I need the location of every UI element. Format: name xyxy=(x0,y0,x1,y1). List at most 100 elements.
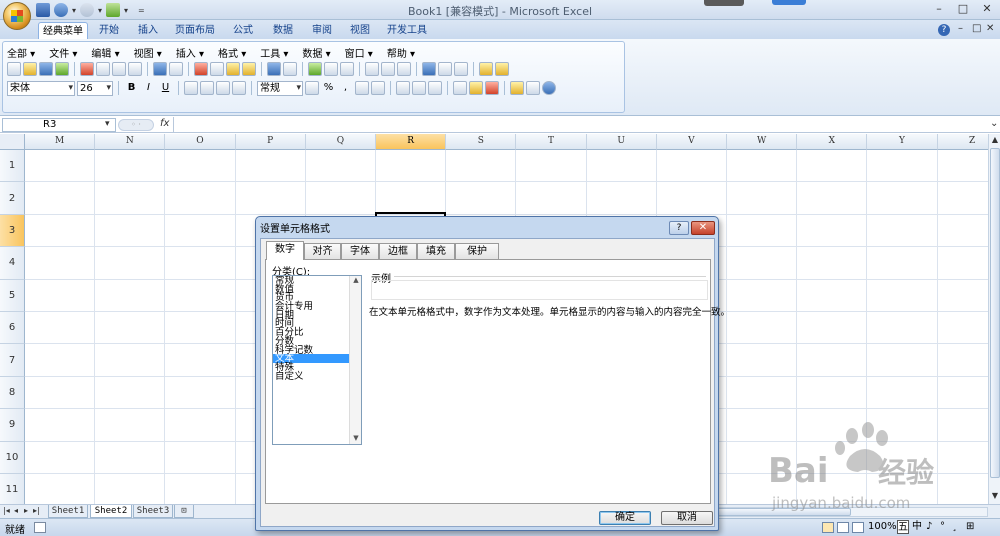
table-icon[interactable] xyxy=(454,62,468,76)
tab-insert[interactable]: 插入 xyxy=(131,22,165,39)
name-box-dropdown-icon[interactable]: ▾ xyxy=(105,119,110,129)
increase-decimal-icon[interactable] xyxy=(355,81,369,95)
column-header-x[interactable]: X xyxy=(797,134,868,150)
dialog-close-button[interactable]: ✕ xyxy=(691,221,715,235)
minimize-button[interactable]: – xyxy=(926,1,952,17)
cancel-button[interactable]: 取消 xyxy=(661,511,713,525)
currency-icon[interactable] xyxy=(305,81,319,95)
category-scrollbar[interactable]: ▲ ▼ xyxy=(349,276,361,444)
last-sheet-button[interactable]: ▸| xyxy=(33,506,40,515)
column-header-s[interactable]: S xyxy=(446,134,517,150)
tab-font[interactable]: 字体 xyxy=(341,243,379,259)
close-button[interactable]: ✕ xyxy=(974,1,1000,17)
folder-icon[interactable] xyxy=(495,62,509,76)
office-button[interactable] xyxy=(3,2,31,30)
category-list[interactable]: 常规 数值 货币 会计专用 日期 时间 百分比 分数 科学记数 文本 特殊 自定义 ▲ ▼ xyxy=(272,275,362,445)
tab-protection[interactable]: 保护 xyxy=(455,243,499,259)
column-header-q[interactable]: Q xyxy=(305,134,376,150)
email-icon[interactable] xyxy=(80,62,94,76)
italic-button[interactable]: I xyxy=(141,81,156,96)
menu-insert[interactable]: 插入 ▾ xyxy=(176,45,204,60)
row-header-5[interactable]: 5 xyxy=(0,279,25,312)
menu-edit[interactable]: 编辑 ▾ xyxy=(91,45,119,60)
tab-alignment[interactable]: 对齐 xyxy=(304,243,341,259)
menu-view[interactable]: 视图 ▾ xyxy=(134,45,162,60)
thesaurus-icon[interactable] xyxy=(169,62,183,76)
menu-help[interactable]: 帮助 ▾ xyxy=(387,45,415,60)
drawing-icon[interactable] xyxy=(438,62,452,76)
undo-icon[interactable] xyxy=(267,62,281,76)
column-header-t[interactable]: T xyxy=(516,134,587,150)
menu-data[interactable]: 数据 ▾ xyxy=(302,45,330,60)
filter-icon[interactable] xyxy=(397,62,411,76)
macro-record-icon[interactable] xyxy=(34,522,46,533)
ime-keyboard-icon[interactable]: ⊞ xyxy=(966,520,974,534)
row-header-4[interactable]: 4 xyxy=(0,247,25,280)
help-icon[interactable] xyxy=(542,81,556,95)
align-left-icon[interactable] xyxy=(184,81,198,95)
hyperlink-icon[interactable] xyxy=(308,62,322,76)
select-all-corner[interactable] xyxy=(0,134,25,150)
vertical-scrollbar[interactable]: ▲ ▼ xyxy=(988,134,1000,504)
ok-button[interactable]: 确定 xyxy=(599,511,651,525)
copy-icon[interactable] xyxy=(210,62,224,76)
font-size-select[interactable]: 26 xyxy=(77,80,113,96)
help-icon[interactable]: ? xyxy=(938,24,950,36)
merge-center-icon[interactable] xyxy=(232,81,246,95)
column-header-w[interactable]: W xyxy=(727,134,798,150)
sort-ascending-icon[interactable] xyxy=(365,62,379,76)
save-icon[interactable] xyxy=(39,62,53,76)
format-painter-icon[interactable] xyxy=(242,62,256,76)
permission-icon[interactable] xyxy=(55,62,69,76)
row-header-11[interactable]: 11 xyxy=(0,474,25,504)
shapes-icon[interactable] xyxy=(479,62,493,76)
tab-data[interactable]: 数据 xyxy=(266,22,300,39)
new-icon[interactable] xyxy=(7,62,21,76)
tab-home[interactable]: 开始 xyxy=(92,22,126,39)
menu-format[interactable]: 格式 ▾ xyxy=(218,45,246,60)
page-break-view-icon[interactable] xyxy=(852,522,864,533)
dialog-help-button[interactable]: ? xyxy=(669,221,689,235)
column-header-m[interactable]: M xyxy=(25,134,96,150)
paste-icon[interactable] xyxy=(226,62,240,76)
insert-function-button[interactable]: fx xyxy=(160,118,169,129)
decrease-indent-icon[interactable] xyxy=(396,81,410,95)
category-item[interactable]: 自定义 xyxy=(273,371,361,380)
row-header-10[interactable]: 10 xyxy=(0,441,25,474)
column-header-o[interactable]: O xyxy=(165,134,236,150)
spelling-icon[interactable] xyxy=(153,62,167,76)
scroll-up-icon[interactable]: ▲ xyxy=(350,276,361,286)
wrap-text-icon[interactable] xyxy=(428,81,442,95)
percent-button[interactable]: % xyxy=(321,81,336,96)
formula-cancel-button[interactable]: ◦ · xyxy=(118,119,154,131)
menu-file[interactable]: 文件 ▾ xyxy=(49,45,77,60)
fill-color-icon[interactable] xyxy=(469,81,483,95)
zoom-level[interactable]: 100% xyxy=(868,521,897,532)
menu-all[interactable]: 全部 ▾ xyxy=(7,45,35,60)
align-center-icon[interactable] xyxy=(200,81,214,95)
tab-developer[interactable]: 开发工具 xyxy=(382,22,432,39)
tab-page-layout[interactable]: 页面布局 xyxy=(170,22,220,39)
formula-expand-icon[interactable]: ⌄ xyxy=(990,118,998,129)
autosum-icon[interactable] xyxy=(324,62,338,76)
bold-button[interactable]: B xyxy=(124,81,139,96)
font-name-select[interactable]: 宋体 xyxy=(7,80,75,96)
chart-icon[interactable] xyxy=(422,62,436,76)
print-icon[interactable] xyxy=(96,62,110,76)
font-color-icon[interactable] xyxy=(485,81,499,95)
ime-punctuation[interactable]: ♪ xyxy=(926,520,932,534)
tab-classic-menu[interactable]: 经典菜单 xyxy=(38,22,88,39)
tab-border[interactable]: 边框 xyxy=(379,243,417,259)
row-header-1[interactable]: 1 xyxy=(0,150,25,183)
column-header-z[interactable]: Z xyxy=(937,134,988,150)
underline-button[interactable]: U xyxy=(158,81,173,96)
scroll-down-icon[interactable]: ▼ xyxy=(350,434,361,444)
tab-view[interactable]: 视图 xyxy=(343,22,377,39)
comma-button[interactable]: , xyxy=(338,81,353,96)
column-header-p[interactable]: P xyxy=(235,134,306,150)
menu-window[interactable]: 窗口 ▾ xyxy=(345,45,373,60)
ime-symbol[interactable]: ¸ xyxy=(952,520,957,534)
increase-indent-icon[interactable] xyxy=(412,81,426,95)
page-layout-view-icon[interactable] xyxy=(837,522,849,533)
tab-review[interactable]: 审阅 xyxy=(305,22,339,39)
